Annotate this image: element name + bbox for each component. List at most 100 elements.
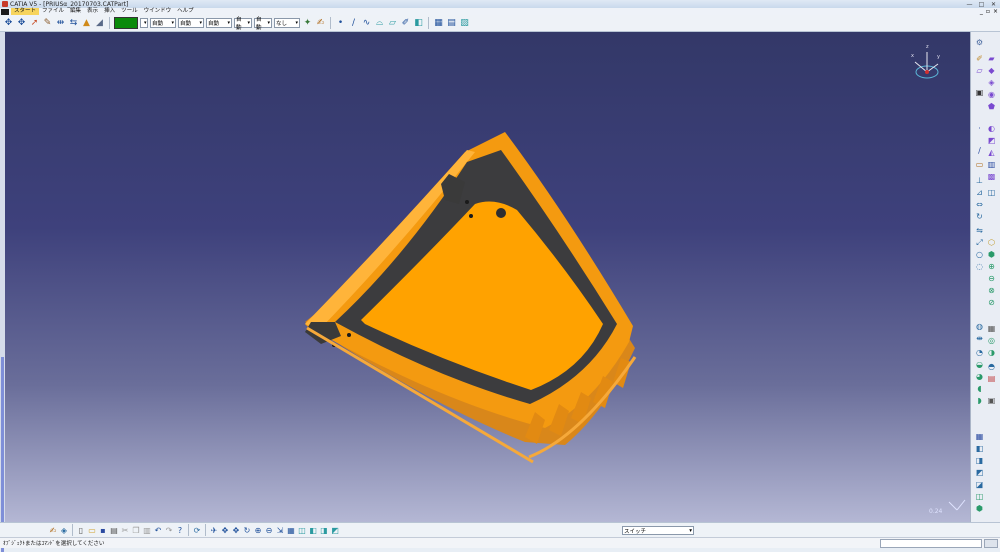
sketcher-icon[interactable]: ✐ bbox=[975, 54, 984, 63]
command-input[interactable]: スイッチ ▾ bbox=[622, 526, 694, 535]
draft-icon[interactable]: ◭ bbox=[987, 148, 996, 157]
menu-help[interactable]: ヘルプ bbox=[174, 8, 197, 15]
menu-insert[interactable]: 挿入 bbox=[101, 8, 118, 15]
rule-icon[interactable]: ▨ bbox=[459, 18, 470, 29]
measure-item-icon[interactable]: ◎ bbox=[987, 336, 996, 345]
view-left-icon[interactable]: ◨ bbox=[975, 456, 984, 465]
hole-icon[interactable]: ◉ bbox=[987, 90, 996, 99]
groove-icon[interactable]: ◈ bbox=[987, 78, 996, 87]
swap-space-icon[interactable]: ◩ bbox=[330, 525, 340, 535]
shading-icon[interactable]: ◧ bbox=[308, 525, 318, 535]
fit-all-icon[interactable]: ✥ bbox=[220, 525, 230, 535]
constraint-icon[interactable]: ⊿ bbox=[975, 188, 984, 197]
zoom-in-icon[interactable]: ⊕ bbox=[253, 525, 263, 535]
open-file-icon[interactable]: ▭ bbox=[87, 525, 97, 535]
thread-icon[interactable]: ◓ bbox=[987, 362, 996, 371]
measure-between-icon[interactable]: ⇼ bbox=[975, 334, 984, 343]
plane-tool-icon[interactable]: ▭ bbox=[975, 160, 984, 169]
format-painter-icon[interactable]: ✦ bbox=[302, 18, 313, 29]
iso-view-icon[interactable]: ⬢ bbox=[975, 504, 984, 513]
chevron-down-icon[interactable]: ▾ bbox=[689, 528, 692, 534]
iso-icon[interactable]: ◫ bbox=[297, 525, 307, 535]
workbench-icon[interactable]: ⚙ bbox=[975, 38, 984, 47]
split-icon[interactable]: ◫ bbox=[987, 188, 996, 197]
hide-show-icon[interactable]: ◨ bbox=[319, 525, 329, 535]
measure-tool-icon[interactable]: ◈ bbox=[59, 525, 69, 535]
translate-icon[interactable]: ⇔ bbox=[975, 200, 984, 209]
view-bottom-icon[interactable]: ◫ bbox=[975, 492, 984, 501]
menu-edit[interactable]: 編集 bbox=[67, 8, 84, 15]
cut-icon[interactable]: ✂ bbox=[120, 525, 130, 535]
move-arrows-icon[interactable]: ✥ bbox=[3, 18, 14, 29]
undo-icon[interactable]: ↶ bbox=[153, 525, 163, 535]
doc-minimize-button[interactable]: _ bbox=[980, 8, 983, 15]
multi-view-icon[interactable]: ▦ bbox=[286, 525, 296, 535]
format-icon[interactable]: ✍ bbox=[48, 525, 58, 535]
doc-close-button[interactable]: × bbox=[993, 8, 998, 15]
normal-view-icon[interactable]: ⇲ bbox=[275, 525, 285, 535]
doc-restore-button[interactable]: ▫ bbox=[986, 8, 990, 15]
save-icon[interactable]: ▪ bbox=[98, 525, 108, 535]
fillet-icon[interactable]: ◐ bbox=[987, 124, 996, 133]
point-symbol-select[interactable]: 自動 ▾ bbox=[234, 17, 252, 31]
view-back-icon[interactable]: ◧ bbox=[975, 444, 984, 453]
menu-view[interactable]: 表示 bbox=[84, 8, 101, 15]
view-right-icon[interactable]: ◩ bbox=[975, 468, 984, 477]
annotation-icon[interactable]: ◖ bbox=[975, 384, 984, 393]
view-top-icon[interactable]: ◪ bbox=[975, 480, 984, 489]
rotate-icon[interactable]: ↻ bbox=[975, 212, 984, 221]
link-icon[interactable]: ⇆ bbox=[68, 18, 79, 29]
update-icon[interactable]: ⟳ bbox=[192, 525, 202, 535]
transparency-select[interactable]: 自動 ▾ bbox=[150, 18, 176, 28]
rotate-view-icon[interactable]: ↻ bbox=[242, 525, 252, 535]
part-3d-model[interactable] bbox=[305, 132, 637, 464]
sketch-icon[interactable]: ✐ bbox=[400, 18, 411, 29]
pocket-icon[interactable]: ▱ bbox=[975, 66, 984, 75]
brush-icon[interactable]: ✎ bbox=[42, 18, 53, 29]
scan-icon[interactable]: ◗ bbox=[975, 396, 984, 405]
print-icon[interactable]: ▤ bbox=[109, 525, 119, 535]
sketch-plane-icon[interactable]: ▣ bbox=[975, 88, 984, 97]
formula-icon[interactable]: ▤ bbox=[446, 18, 457, 29]
copy-icon[interactable]: ❐ bbox=[131, 525, 141, 535]
curve-icon[interactable]: ∿ bbox=[361, 18, 372, 29]
3d-viewport[interactable]: x y z bbox=[5, 32, 970, 522]
analysis-icon[interactable]: ◍ bbox=[975, 322, 984, 331]
pan-icon[interactable]: ✥ bbox=[16, 18, 27, 29]
inertia-icon[interactable]: ◔ bbox=[975, 348, 984, 357]
color-swatch[interactable] bbox=[114, 17, 138, 29]
color-dropdown[interactable]: ▾ bbox=[140, 18, 148, 28]
new-file-icon[interactable]: ▯ bbox=[76, 525, 86, 535]
extrude-icon[interactable]: ▱ bbox=[387, 18, 398, 29]
union-trim-icon[interactable]: ⊘ bbox=[987, 298, 996, 307]
maximize-button[interactable]: □ bbox=[977, 1, 986, 8]
symmetry-icon[interactable]: ⇋ bbox=[975, 226, 984, 235]
rendering-select[interactable]: 自動 ▾ bbox=[254, 17, 272, 31]
layer-select[interactable]: なし ▾ bbox=[274, 18, 300, 28]
pan-view-icon[interactable]: ✥ bbox=[231, 525, 241, 535]
redo-icon[interactable]: ↷ bbox=[164, 525, 174, 535]
select-tool-icon[interactable]: ➚ bbox=[29, 18, 40, 29]
menu-window[interactable]: ウインドウ bbox=[141, 8, 175, 15]
close-button[interactable]: ✕ bbox=[989, 1, 998, 8]
compass-icon[interactable]: x y z bbox=[911, 44, 940, 79]
intersect-icon[interactable]: ⊗ bbox=[987, 286, 996, 295]
properties-icon[interactable]: ✍ bbox=[315, 18, 326, 29]
arc-icon[interactable]: ◌ bbox=[975, 262, 984, 271]
minimize-button[interactable]: — bbox=[965, 1, 974, 8]
paste-icon[interactable]: ▥ bbox=[142, 525, 152, 535]
thickness-icon[interactable]: ▩ bbox=[987, 172, 996, 181]
help-icon[interactable]: ? bbox=[175, 525, 185, 535]
circle-icon[interactable]: ○ bbox=[975, 250, 984, 259]
zoom-out-icon[interactable]: ⊖ bbox=[264, 525, 274, 535]
view-front-icon[interactable]: ▦ bbox=[975, 432, 984, 441]
document-icon[interactable] bbox=[1, 8, 9, 15]
curvature-icon[interactable]: ◒ bbox=[975, 360, 984, 369]
measure-icon[interactable]: ⇹ bbox=[55, 18, 66, 29]
catalog-icon[interactable]: ▤ bbox=[987, 374, 996, 383]
lineweight-select[interactable]: 自動 ▾ bbox=[206, 18, 232, 28]
mirror-icon[interactable]: ⤢ bbox=[975, 238, 984, 247]
axis-tool-icon[interactable]: ⊥ bbox=[975, 176, 984, 185]
linetype-select[interactable]: 自動 ▾ bbox=[178, 18, 204, 28]
assemble-icon[interactable]: ⬢ bbox=[987, 250, 996, 259]
